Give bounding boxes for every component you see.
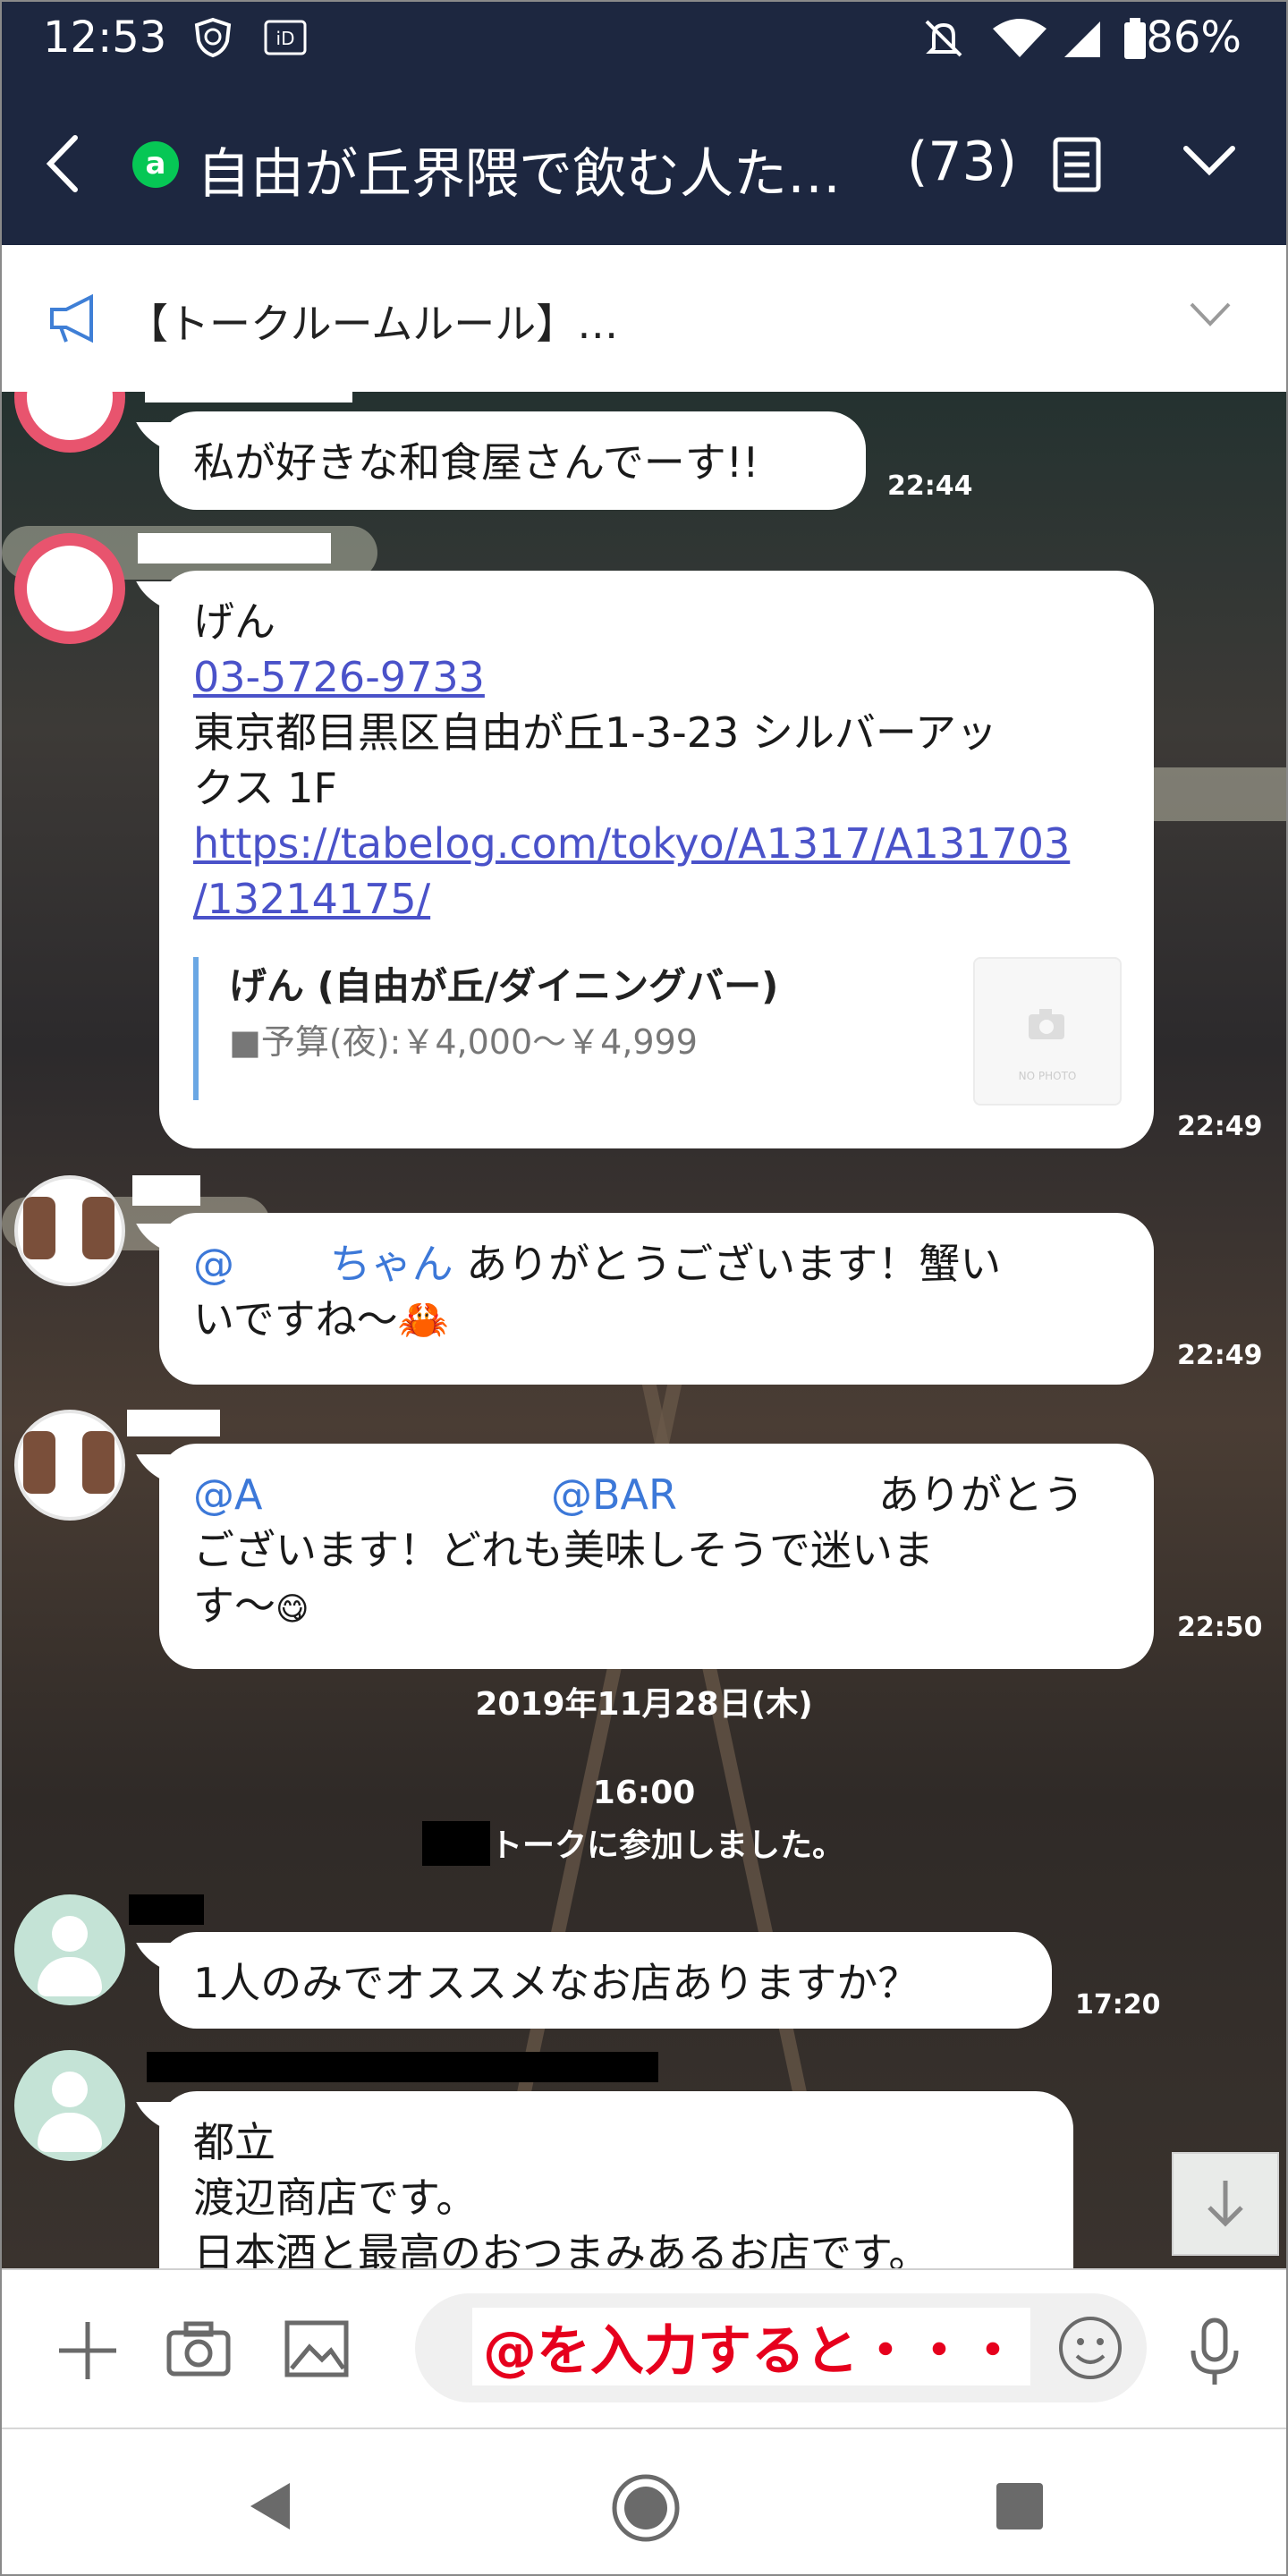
message-bubble[interactable]: 私が好きな和食屋さんでーす!! [159,411,866,510]
status-bar: 12:53 iD 86% [2,2,1286,77]
plus-icon[interactable] [55,2318,120,2386]
chat-header: a 自由が丘界隈で飲む人た… (73) [2,77,1286,245]
preview-subtitle: ■予算(夜):￥4,000～￥4,999 [229,1022,698,1062]
svg-text:iD: iD [276,28,295,49]
message-time: 22:49 [1177,1111,1263,1142]
no-photo-label: NO PHOTO [1018,1070,1077,1082]
avatar[interactable] [14,392,125,453]
sender-name-hidden [145,392,352,402]
date-divider: 2019年11月28日(木) [475,1686,813,1723]
nav-home-icon[interactable] [610,2472,682,2547]
microphone-icon[interactable] [1188,2317,1241,2392]
phone-link[interactable]: 03-5726-9733 [193,649,1120,705]
avatar[interactable] [14,1894,125,2005]
sender-name-hidden [127,1410,220,1436]
image-icon[interactable] [284,2320,349,2381]
message-input-bar: @を入力すると・・・ [2,2268,1286,2429]
message-text: 私が好きな和食屋さんでーす!! [193,438,759,487]
announcement-bar[interactable]: 【トークルームルール】… [2,245,1286,394]
system-time: 16:00 [592,1775,696,1811]
smile-emoji: 😋 [275,1591,309,1628]
shield-icon [191,16,234,63]
message-text: 1人のみでオススメなお店ありますか？ [193,1959,919,2007]
nav-recents-icon[interactable] [995,2481,1045,2535]
message-time: 22:44 [887,470,973,502]
message-text: ありがとう [878,1470,1084,1519]
avatar[interactable] [14,1175,125,1286]
mention[interactable]: @ ちゃん [193,1240,453,1288]
preview-title: げん (自由が丘/ダイニングバー) [229,964,779,1008]
message-text: 日本酒と最高のおつまみあるお店です。 [193,2229,930,2268]
message-text: ございます！どれも美味しそうで迷いま [193,1526,934,1574]
mute-icon [921,16,966,64]
nav-back-icon[interactable] [245,2479,295,2537]
wifi-icon [991,16,1048,64]
sender-name-hidden [129,1894,204,1925]
message-text: す〜 [193,1581,275,1630]
announcement-text: 【トークルームルール】… [127,300,619,348]
battery-percent: 86% [1146,13,1241,63]
chat-title[interactable]: 自由が丘界隈で飲む人た… [197,131,841,208]
message-time: 22:49 [1177,1340,1263,1371]
address-line: クス 1F [193,764,337,812]
chevron-down-icon[interactable] [1188,301,1233,333]
message-text: 都立 [193,2118,275,2166]
message-time: 17:20 [1075,1989,1161,2021]
link-preview[interactable]: げん (自由が丘/ダイニングバー) ■予算(夜):￥4,000～￥4,999 [193,957,778,1100]
sender-name-hidden [138,533,331,564]
camera-icon [1029,1009,1064,1039]
note-icon[interactable] [1050,136,1104,197]
url-link[interactable]: https://tabelog.com/tokyo/A1317/A131703 [193,816,1120,871]
group-badge: a [132,141,179,188]
message-bubble[interactable]: 1人のみでオススメなお店ありますか？ [159,1932,1052,2029]
battery-icon [1122,16,1148,64]
message-text: 渡辺商店です。 [193,2174,478,2222]
camera-icon[interactable] [166,2320,231,2381]
id-icon: iD [263,16,308,63]
avatar[interactable] [14,1410,125,1521]
mention[interactable]: @A [193,1467,262,1522]
back-icon[interactable] [45,132,80,199]
avatar[interactable] [14,533,125,644]
message-text: ありがとうございます！蟹い [453,1240,1002,1288]
status-time: 12:53 [43,13,167,63]
scroll-to-bottom-button[interactable] [1172,2152,1279,2256]
message-bubble[interactable]: @A @BAR ありがとう ございます！どれも美味しそうで迷いま す〜😋 [159,1444,1154,1669]
crab-emoji: 🦀 [397,1295,449,1343]
address-line: 東京都目黒区自由が丘1-3-23 シルバーアッ [193,708,998,757]
member-name-hidden [422,1821,490,1866]
member-count: (73) [907,131,1018,193]
system-nav-bar [2,2428,1286,2574]
emoji-icon[interactable] [1057,2315,1123,2385]
message-bubble[interactable]: 都立 渡辺商店です。 日本酒と最高のおつまみあるお店です。 [159,2091,1073,2268]
shop-name: げん [193,597,275,646]
url-link[interactable]: /13214175/ [193,871,1120,927]
sender-name-hidden [147,2052,658,2082]
message-bubble[interactable]: げん 03-5726-9733 東京都目黒区自由が丘1-3-23 シルバーアッ … [159,571,1154,1148]
chevron-down-icon[interactable] [1181,143,1238,182]
signal-icon [1061,16,1104,64]
avatar[interactable] [14,2050,125,2161]
arrow-down-icon [1208,2181,1243,2227]
message-bubble[interactable]: @ ちゃん ありがとうございます！蟹い いですね〜🦀 [159,1213,1154,1385]
megaphone-icon [48,293,100,347]
preview-thumbnail[interactable]: NO PHOTO [973,957,1122,1106]
input-text: @を入力すると・・・ [472,2308,1030,2385]
mention[interactable]: @BAR [551,1467,677,1522]
chat-area[interactable]: 私が好きな和食屋さんでーす!! 22:44 げん 03-5726-9733 東京… [2,392,1286,2268]
message-text: いですね〜 [193,1295,398,1343]
join-notice: トークに参加しました。 [490,1827,845,1864]
sender-name-hidden [132,1175,200,1206]
message-time: 22:50 [1177,1612,1263,1643]
message-input[interactable]: @を入力すると・・・ [415,2293,1147,2402]
